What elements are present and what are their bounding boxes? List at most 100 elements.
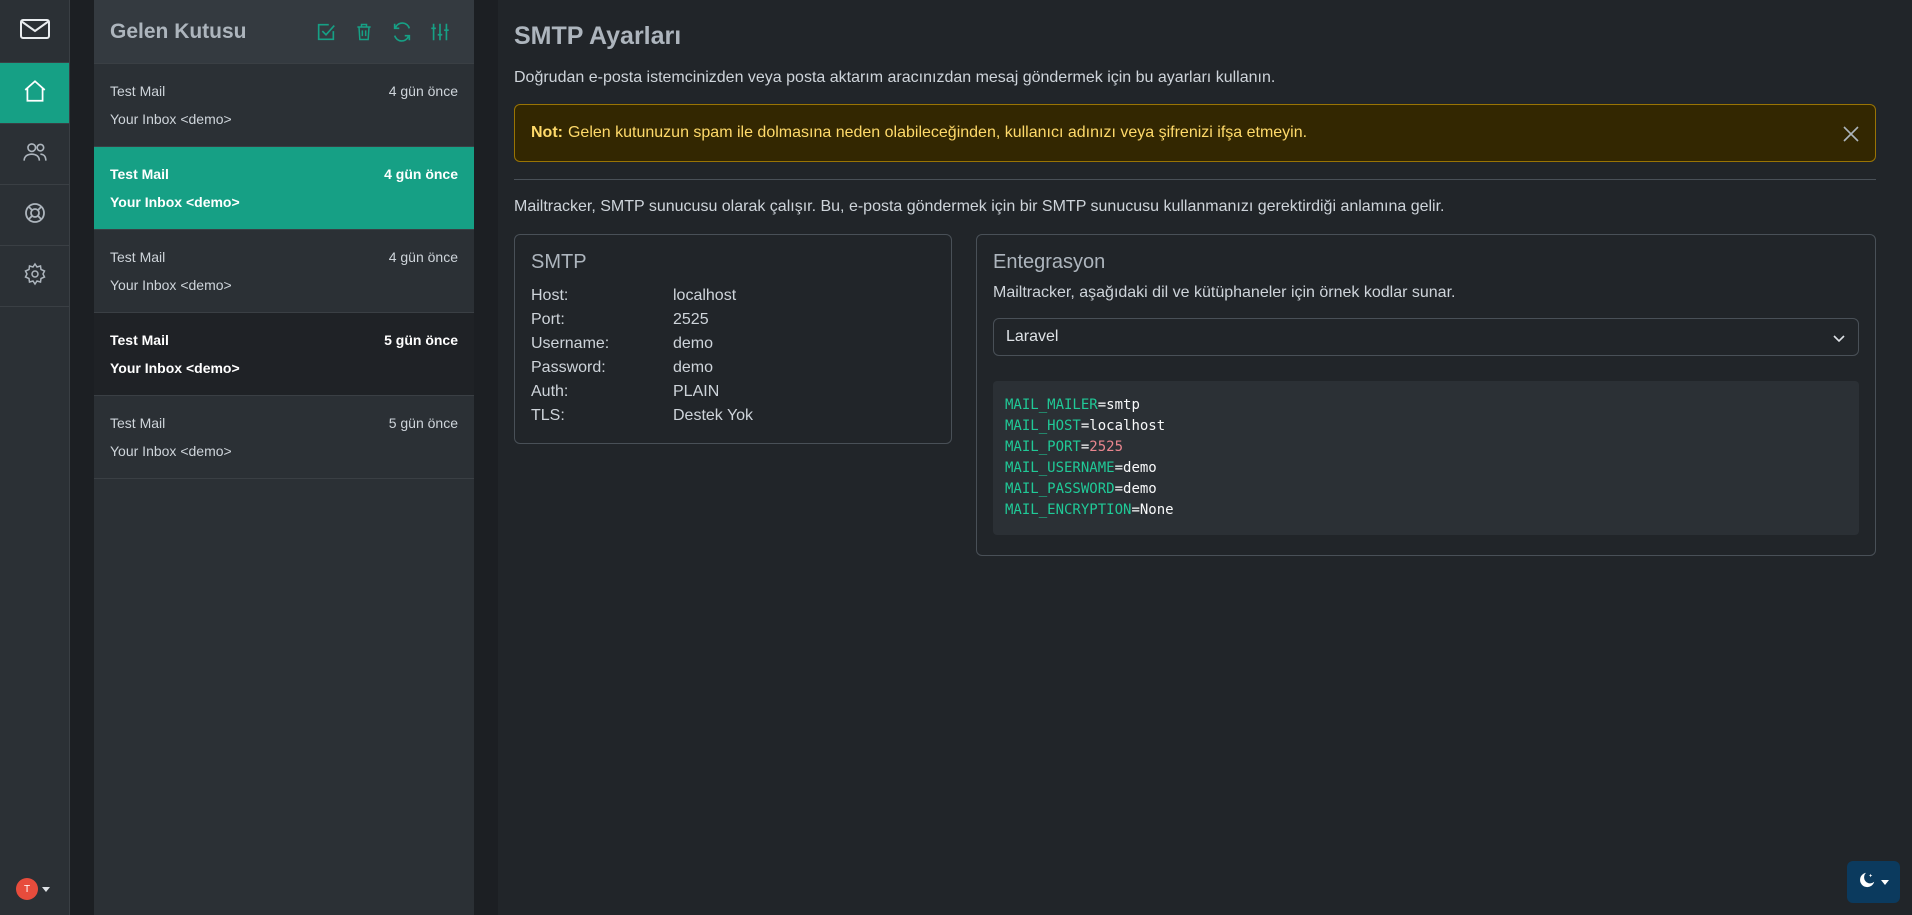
caret-down-icon — [42, 886, 50, 892]
mail-subject: Test Mail — [110, 249, 166, 265]
smtp-card: SMTP Host: localhost Port: 2525 Username: d… — [514, 234, 952, 444]
integration-card: Entegrasyon Mailtracker, aşağıdaki dil v… — [976, 234, 1876, 556]
smtp-row-port: Port: 2525 — [531, 308, 935, 332]
mail-item[interactable]: Test Mail 4 gün önce Your Inbox <demo> — [94, 64, 474, 147]
code-key: MAIL_MAILER — [1005, 397, 1098, 413]
mail-item-unread[interactable]: Test Mail 5 gün önce Your Inbox <demo> — [94, 313, 474, 396]
mail-time: 4 gün önce — [384, 166, 458, 182]
mail-from: Your Inbox <demo> — [110, 360, 240, 376]
help-icon — [23, 201, 47, 230]
code-block: MAIL_MAILER=smtp MAIL_HOST=localhost MAI… — [993, 381, 1859, 535]
mail-time: 5 gün önce — [384, 332, 458, 348]
mail-from: Your Inbox <demo> — [110, 277, 232, 293]
smtp-row-host: Host: localhost — [531, 284, 935, 308]
code-value: 2525 — [1089, 439, 1124, 455]
select-all-icon[interactable] — [314, 20, 338, 44]
smtp-card-title: SMTP — [531, 251, 587, 273]
language-select-value: Laravel — [1006, 328, 1059, 345]
refresh-icon[interactable] — [390, 20, 414, 44]
smtp-row-username: Username: demo — [531, 332, 935, 356]
smtp-info-text: Mailtracker, SMTP sunucusu olarak çalışı… — [514, 198, 1445, 215]
mail-subject: Test Mail — [110, 166, 169, 182]
mail-subject: Test Mail — [110, 332, 169, 348]
sidebar-item-settings[interactable] — [0, 246, 69, 307]
smtp-key: Password: — [531, 359, 606, 376]
smtp-row-password: Password: demo — [531, 356, 935, 380]
smtp-value: demo — [673, 335, 714, 352]
smtp-value: localhost — [673, 287, 737, 304]
code-line: MAIL_HOST=localhost — [1005, 418, 1166, 434]
code-value: smtp — [1106, 397, 1140, 413]
code-value: localhost — [1089, 418, 1166, 434]
app-sidebar: T — [0, 0, 70, 915]
main-content: SMTP Ayarları Doğrudan e-posta istemcini… — [498, 0, 1912, 915]
smtp-row-tls: TLS: Destek Yok — [531, 404, 935, 428]
settings-cards: SMTP Host: localhost Port: 2525 Username: d… — [514, 234, 1876, 556]
smtp-key: Auth: — [531, 383, 569, 400]
code-key: MAIL_PORT — [1005, 439, 1081, 455]
avatar: T — [16, 878, 38, 900]
mail-icon — [19, 17, 51, 46]
mail-list: Test Mail 4 gün önce Your Inbox <demo> Te… — [94, 64, 474, 479]
trash-icon[interactable] — [352, 20, 376, 44]
mail-from: Your Inbox <demo> — [110, 111, 232, 127]
gear-icon — [23, 262, 47, 291]
inbox-panel: Gelen Kutusu Test Mail 4 gün önce Your In… — [94, 0, 474, 915]
smtp-value: Destek Yok — [673, 407, 754, 424]
inbox-title: Gelen Kutusu — [110, 19, 247, 43]
moon-stars-icon — [1858, 871, 1876, 894]
smtp-row-auth: Auth: PLAIN — [531, 380, 935, 404]
code-key: MAIL_ENCRYPTION — [1005, 502, 1132, 518]
page-title: SMTP Ayarları — [514, 22, 682, 50]
alert-text: Gelen kutunuzun spam ile dolmasına neden… — [567, 124, 1308, 141]
smtp-key: Username: — [531, 335, 610, 352]
mail-item[interactable]: Test Mail 5 gün önce Your Inbox <demo> — [94, 396, 474, 479]
close-icon[interactable] — [1841, 124, 1861, 144]
mail-subject: Test Mail — [110, 83, 166, 99]
code-key: MAIL_USERNAME — [1005, 460, 1115, 476]
code-line: MAIL_PASSWORD=demo — [1005, 481, 1157, 497]
code-value: demo — [1123, 481, 1157, 497]
mail-from: Your Inbox <demo> — [110, 443, 232, 459]
code-line: MAIL_ENCRYPTION=None — [1005, 502, 1174, 518]
smtp-value: PLAIN — [673, 383, 720, 400]
sidebar-item-home[interactable] — [0, 63, 69, 124]
code-value: demo — [1123, 460, 1157, 476]
code-key: MAIL_HOST — [1005, 418, 1081, 434]
mail-item[interactable]: Test Mail 4 gün önce Your Inbox <demo> — [94, 230, 474, 313]
inbox-toolbar — [314, 20, 452, 44]
theme-toggle-button[interactable] — [1847, 861, 1900, 903]
smtp-key: Host: — [531, 287, 569, 304]
code-line: MAIL_PORT=2525 — [1005, 439, 1124, 455]
mail-time: 4 gün önce — [388, 249, 458, 265]
mail-time: 5 gün önce — [388, 415, 458, 431]
code-line: MAIL_USERNAME=demo — [1005, 460, 1157, 476]
inbox-header: Gelen Kutusu — [94, 0, 474, 64]
sidebar-item-users[interactable] — [0, 124, 69, 185]
code-value: None — [1139, 502, 1174, 518]
caret-down-icon — [1881, 879, 1889, 885]
mail-subject: Test Mail — [110, 415, 166, 431]
language-select[interactable]: Laravel — [993, 318, 1859, 356]
filter-sliders-icon[interactable] — [428, 20, 452, 44]
smtp-key: TLS: — [531, 407, 565, 424]
code-key: MAIL_PASSWORD — [1005, 481, 1115, 497]
users-icon — [22, 139, 48, 170]
sidebar-item-help[interactable] — [0, 185, 69, 246]
mail-time: 4 gün önce — [388, 83, 458, 99]
user-menu[interactable]: T — [16, 878, 50, 900]
smtp-value: 2525 — [673, 311, 709, 328]
warning-alert: Not: Gelen kutunuzun spam ile dolmasına … — [514, 104, 1876, 162]
page-description: Doğrudan e-posta istemcinizden veya post… — [514, 69, 1276, 86]
home-icon — [22, 78, 48, 109]
mail-item-selected[interactable]: Test Mail 4 gün önce Your Inbox <demo> — [94, 147, 474, 230]
panel-gutter — [474, 0, 498, 915]
smtp-value: demo — [673, 359, 714, 376]
panel-gutter — [70, 0, 94, 915]
integration-description: Mailtracker, aşağıdaki dil ve kütüphanel… — [993, 284, 1456, 301]
integration-card-title: Entegrasyon — [993, 251, 1106, 273]
alert-label: Not: — [531, 124, 563, 141]
mail-from: Your Inbox <demo> — [110, 194, 240, 210]
app-logo[interactable] — [0, 0, 69, 63]
divider — [514, 179, 1876, 180]
